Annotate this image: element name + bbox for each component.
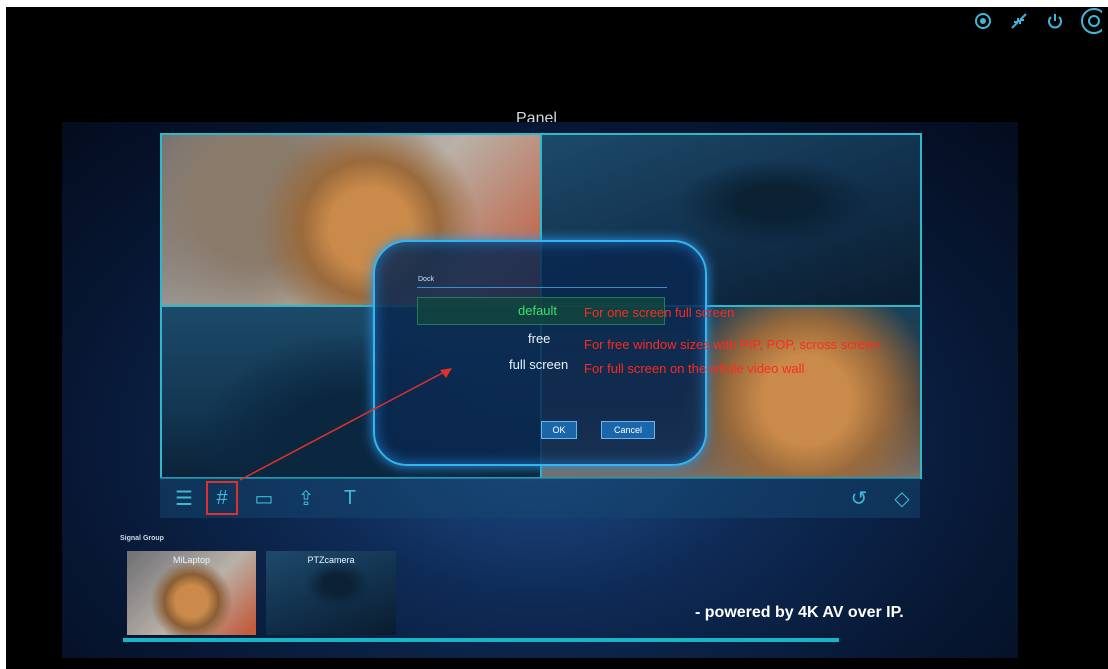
progress-bar bbox=[123, 638, 839, 642]
signal-source-milaptop[interactable]: MiLaptop bbox=[127, 551, 256, 635]
powered-by-text: - powered by 4K AV over IP. bbox=[695, 604, 904, 621]
signal-source-label: PTZcamera bbox=[307, 555, 355, 565]
signal-group-title: Signal Group bbox=[120, 535, 164, 542]
signal-source-ptzcamera[interactable]: PTZcamera bbox=[266, 551, 396, 635]
signal-source-label: MiLaptop bbox=[172, 555, 211, 565]
